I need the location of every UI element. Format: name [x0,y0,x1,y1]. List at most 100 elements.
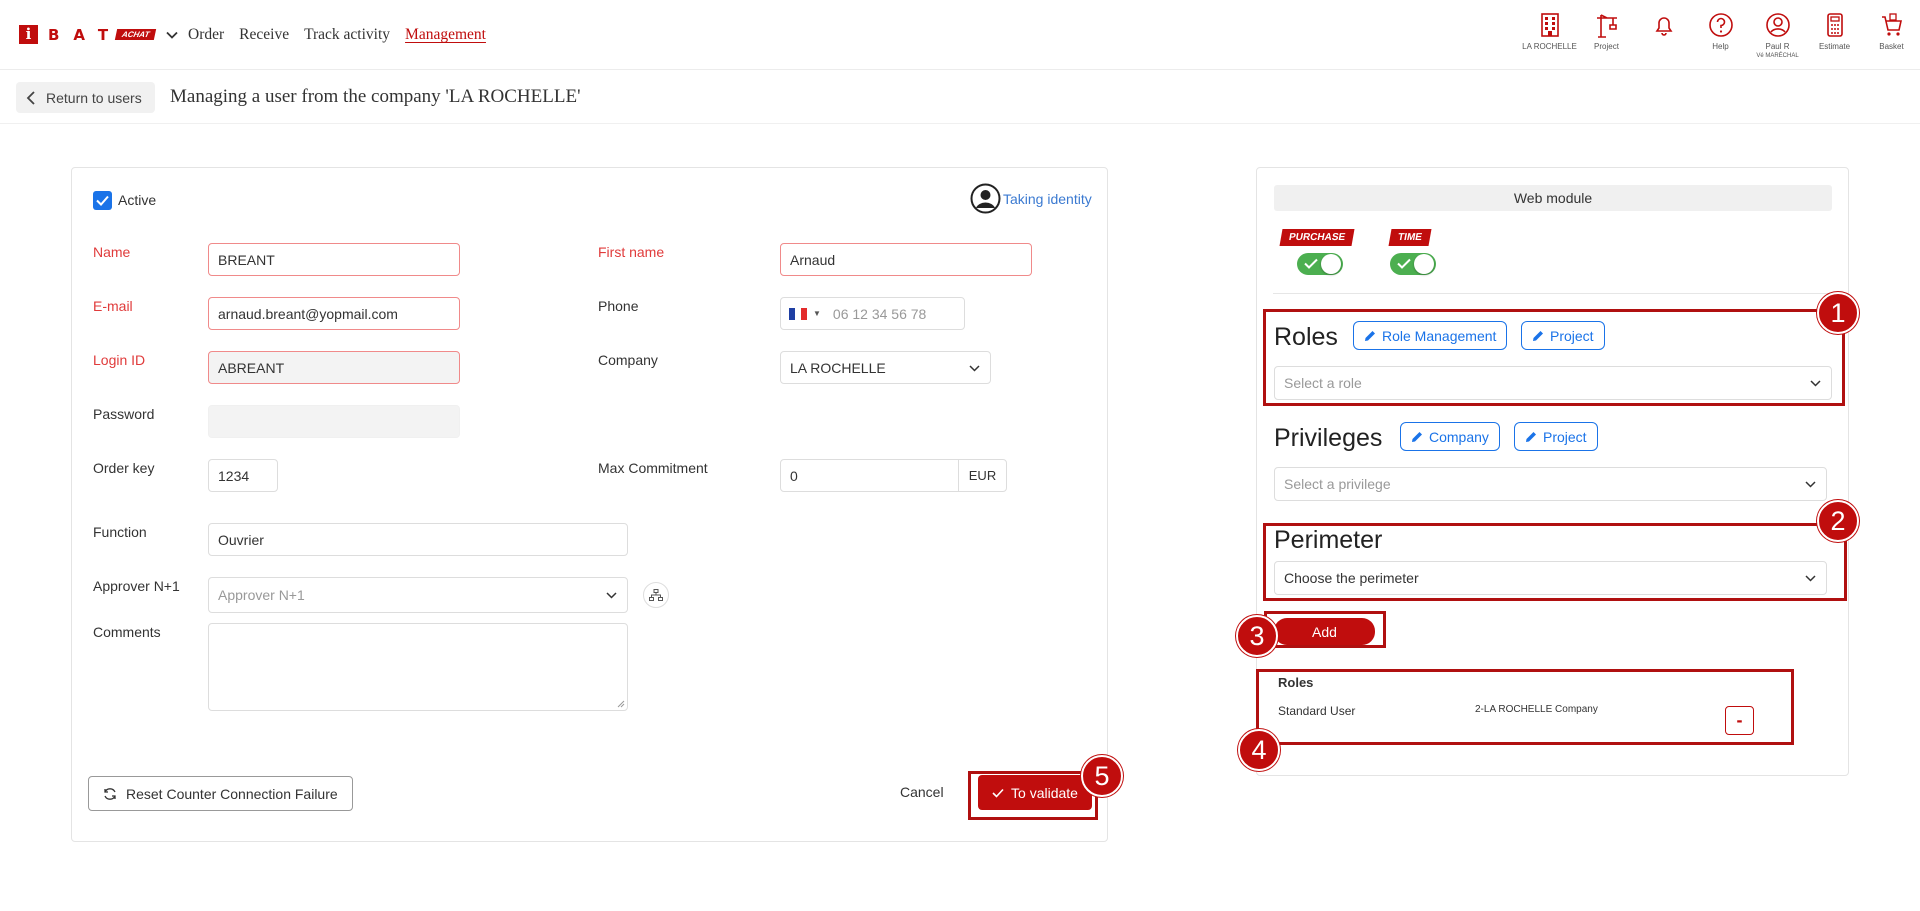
privilege-company-label: Company [1429,428,1489,445]
phone-label: Phone [598,298,639,314]
password-label: Password [93,406,155,422]
taking-identity-label: Taking identity [1003,190,1092,207]
orderkey-input[interactable]: 1234 [208,459,278,492]
password-input[interactable] [208,405,460,438]
user-icon [1765,13,1790,37]
bell-icon [1655,17,1672,36]
caret-down-icon[interactable]: ▼ [813,309,821,318]
phone-placeholder: 06 12 34 56 78 [832,305,927,322]
chevron-down-icon [1805,481,1816,488]
refresh-icon [104,787,116,800]
reset-counter-button[interactable]: Reset Counter Connection Failure [88,776,353,811]
pencil-icon [1526,431,1536,442]
function-input[interactable]: Ouvrier [208,523,628,556]
page-header: Return to users Managing a user from the… [0,70,1920,124]
user-form-card: Active Taking identity Name BREANT First… [71,167,1108,842]
reset-counter-label: Reset Counter Connection Failure [126,785,338,802]
france-flag-icon[interactable] [789,307,807,320]
approver-label: Approver N+1 [93,578,180,594]
cancel-button[interactable]: Cancel [900,784,944,800]
privilege-project-label: Project [1543,428,1587,445]
name-input[interactable]: BREANT [208,243,460,276]
nav-order[interactable]: Order [188,26,224,44]
tool-company[interactable]: LA ROCHELLE [1521,11,1578,60]
firstname-label: First name [598,244,665,260]
top-navbar: i BAT ACHAT Order Receive Track activity… [0,0,1920,70]
toolbar-icons: LA ROCHELLE Project Help Paul R Vé MARÉC… [1521,11,1920,60]
email-label: E-mail [93,298,133,314]
maxcommit-input[interactable]: 0 [780,459,959,492]
highlight-validate [968,771,1098,820]
highlight-roles [1263,309,1845,406]
chevron-down-icon [969,365,980,372]
callout-5: 5 [1081,755,1123,797]
approver-select[interactable]: Approver N+1 [208,577,628,613]
logo-text: BAT [48,25,123,44]
highlight-roles-table [1256,669,1794,745]
tool-project-label: Project [1594,42,1619,51]
approver-placeholder: Approver N+1 [218,587,305,603]
company-value: LA ROCHELLE [790,359,886,376]
maxcommit-label: Max Commitment [598,460,708,476]
privilege-placeholder: Select a privilege [1284,476,1391,492]
calculator-icon [1826,13,1843,37]
tool-user[interactable]: Paul R Vé MARÉCHAL [1749,11,1806,60]
tool-project[interactable]: Project [1578,11,1635,60]
function-label: Function [93,524,147,540]
time-toggle[interactable] [1390,253,1436,275]
check-icon [96,195,109,206]
hierarchy-icon [649,589,663,601]
callout-4: 4 [1238,729,1280,771]
tool-basket[interactable]: Basket [1863,11,1920,60]
divider [1273,293,1833,294]
time-badge: TIME [1388,229,1432,246]
privilege-project-button[interactable]: Project [1514,422,1598,451]
firstname-input[interactable]: Arnaud [780,243,1032,276]
company-select[interactable]: LA ROCHELLE [780,351,991,384]
check-icon [1397,258,1411,269]
basket-icon [1881,13,1902,36]
tool-company-label: LA ROCHELLE [1522,42,1577,51]
callout-2: 2 [1817,500,1859,542]
tool-notifications[interactable] [1635,11,1692,60]
logo-mark: i [19,25,38,44]
help-icon [1708,13,1733,37]
check-icon [1304,258,1318,269]
name-label: Name [93,244,131,260]
toggle-knob [1414,254,1434,274]
toggle-knob [1321,254,1341,274]
active-label: Active [118,192,157,208]
email-input[interactable]: arnaud.breant@yopmail.com [208,297,460,330]
chevron-down-icon[interactable] [165,28,179,42]
privilege-company-button[interactable]: Company [1400,422,1500,451]
nav-management[interactable]: Management [405,26,486,44]
crane-icon [1596,14,1617,38]
comments-textarea[interactable] [208,623,628,711]
resize-handle-icon[interactable] [617,700,625,708]
orderkey-label: Order key [93,460,155,476]
pencil-icon [1412,431,1422,442]
tool-estimate[interactable]: Estimate [1806,11,1863,60]
active-checkbox[interactable] [93,191,112,210]
purchase-toggle[interactable] [1297,253,1343,275]
privilege-select[interactable]: Select a privilege [1274,467,1827,501]
org-chart-button[interactable] [643,582,669,608]
main-nav: Order Receive Track activity Management [188,26,486,44]
nav-receive[interactable]: Receive [239,26,289,44]
app-logo[interactable]: i BAT ACHAT [19,25,179,44]
company-label: Company [598,352,658,368]
tool-help[interactable]: Help [1692,11,1749,60]
highlight-add [1264,611,1386,648]
tool-estimate-label: Estimate [1818,42,1851,51]
phone-input[interactable]: ▼ 06 12 34 56 78 [780,297,965,330]
login-label: Login ID [93,352,146,368]
callout-1: 1 [1817,292,1859,334]
taking-identity-link[interactable]: Taking identity [970,183,1092,214]
web-module-header: Web module [1274,185,1832,211]
currency-addon: EUR [958,459,1007,492]
building-icon [1540,13,1559,37]
nav-track-activity[interactable]: Track activity [304,26,390,44]
login-input[interactable]: ABREANT [208,351,460,384]
user-circle-icon [970,183,1001,214]
return-to-users-button[interactable]: Return to users [16,82,155,113]
